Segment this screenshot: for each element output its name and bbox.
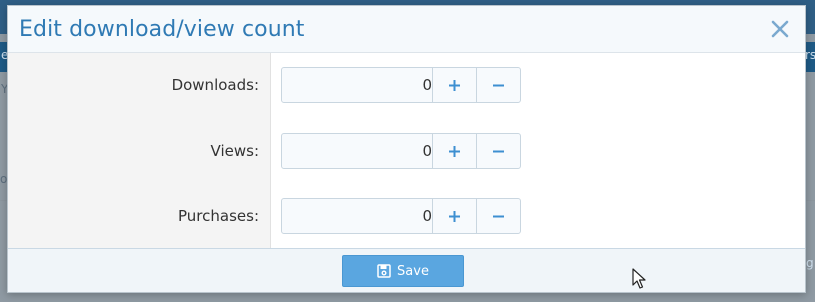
plus-icon xyxy=(449,211,460,222)
dialog-footer: Save xyxy=(8,248,805,292)
views-stepper xyxy=(281,133,521,169)
save-icon xyxy=(377,264,391,278)
purchases-row: Purchases: xyxy=(8,198,805,234)
background-text: rs xyxy=(805,48,815,62)
views-increment-button[interactable] xyxy=(432,134,476,168)
minus-icon xyxy=(493,150,504,153)
plus-icon xyxy=(449,146,460,157)
purchases-input[interactable] xyxy=(282,199,432,233)
minus-icon xyxy=(493,215,504,218)
downloads-stepper xyxy=(281,67,521,103)
plus-icon xyxy=(449,80,460,91)
close-icon[interactable] xyxy=(769,18,791,40)
views-label: Views: xyxy=(210,142,259,160)
purchases-stepper xyxy=(281,198,521,234)
purchases-increment-button[interactable] xyxy=(432,199,476,233)
dialog-header: Edit download/view count xyxy=(8,6,805,53)
minus-icon xyxy=(493,84,504,87)
edit-count-dialog: Edit download/view count Downloads: 0 Vi… xyxy=(7,5,806,293)
dialog-body: Downloads: Views: xyxy=(8,53,805,248)
purchases-label: Purchases: xyxy=(178,207,259,225)
downloads-input[interactable] xyxy=(282,68,432,102)
save-button-label: Save xyxy=(397,263,429,279)
downloads-decrement-button[interactable] xyxy=(476,68,520,102)
downloads-increment-button[interactable] xyxy=(432,68,476,102)
purchases-decrement-button[interactable] xyxy=(476,199,520,233)
save-button[interactable]: Save xyxy=(342,255,464,287)
views-input[interactable] xyxy=(282,134,432,168)
views-decrement-button[interactable] xyxy=(476,134,520,168)
views-row: Views: xyxy=(8,133,805,169)
downloads-label: Downloads: xyxy=(171,76,259,94)
dialog-title: Edit download/view count xyxy=(19,17,305,42)
mouse-cursor-icon xyxy=(632,268,646,289)
downloads-row: Downloads: xyxy=(8,67,805,103)
background-text: g xyxy=(806,256,814,270)
